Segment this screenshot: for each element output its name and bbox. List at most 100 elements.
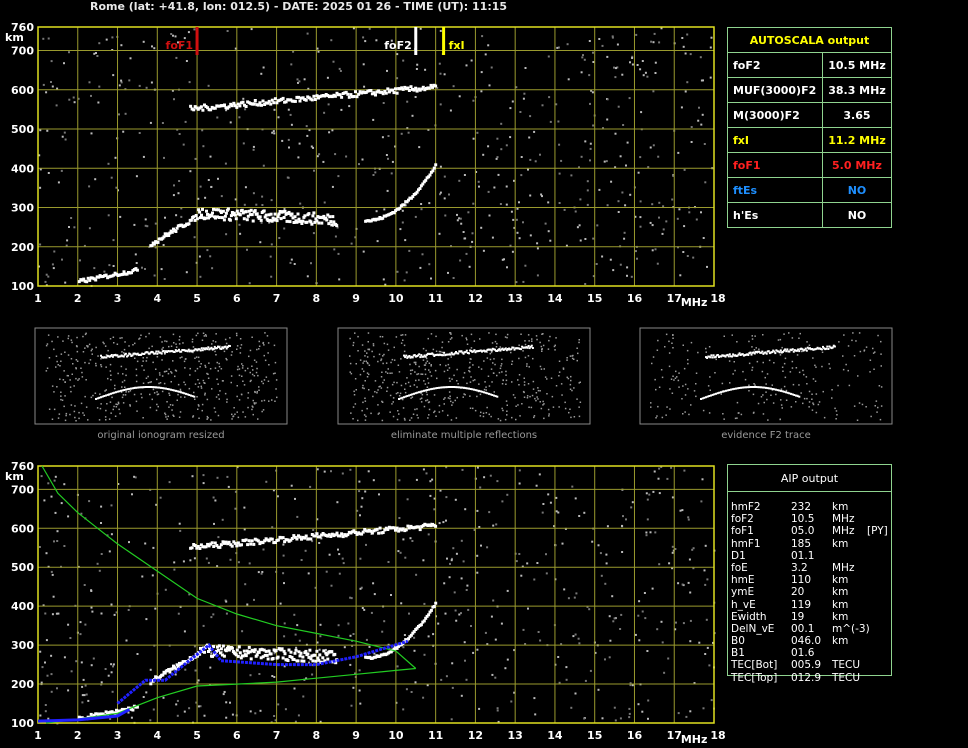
noise-dot <box>108 264 111 267</box>
noise-dot <box>403 634 406 636</box>
thumbnail-dot <box>486 406 488 409</box>
noise-dot <box>340 108 343 111</box>
noise-dot <box>663 671 666 674</box>
thumbnail-dot <box>194 370 197 372</box>
thumbnail-dot <box>779 418 781 421</box>
autoscala-label: M(3000)F2 <box>727 102 823 128</box>
noise-dot <box>239 232 242 235</box>
noise-dot <box>180 215 183 218</box>
noise-dot <box>656 628 659 631</box>
noise-dot <box>273 715 276 717</box>
noise-dot <box>463 641 466 644</box>
thumbnail-dot <box>447 363 450 366</box>
thumbnail-trace <box>784 348 787 351</box>
thumbnail-dot <box>167 415 169 418</box>
thumbnail-dot <box>531 340 533 342</box>
thumbnail-dot <box>69 413 71 416</box>
noise-dot <box>591 91 594 94</box>
echo-dot <box>434 163 438 167</box>
noise-dot <box>382 278 385 281</box>
thumbnail-dot <box>506 410 508 412</box>
noise-dot <box>209 255 212 258</box>
echo-dot <box>340 532 344 536</box>
noise-dot <box>358 689 361 692</box>
noise-dot <box>408 612 410 615</box>
noise-dot <box>312 232 315 235</box>
noise-dot <box>252 192 255 195</box>
noise-dot <box>639 68 642 71</box>
thumbnail-dot <box>436 377 438 380</box>
thumbnail-3 <box>639 327 893 425</box>
noise-dot <box>176 699 179 702</box>
thumbnail-dot <box>386 343 389 346</box>
thumbnail-dot <box>268 400 270 402</box>
noise-dot <box>578 224 581 227</box>
noise-dot <box>422 696 425 699</box>
noise-dot <box>599 552 602 555</box>
noise-dot <box>639 200 642 203</box>
noise-dot <box>177 192 180 195</box>
echo-dot <box>240 543 243 547</box>
noise-dot <box>431 478 434 481</box>
noise-dot <box>144 268 146 270</box>
thumbnail-trace <box>710 354 713 357</box>
noise-dot <box>460 539 463 542</box>
thumbnail-dot <box>658 386 661 388</box>
noise-dot <box>84 684 87 687</box>
noise-dot <box>613 706 616 709</box>
noise-dot <box>458 613 461 616</box>
noise-dot <box>358 669 361 672</box>
noise-dot <box>339 70 342 72</box>
thumbnail-dot <box>651 362 653 365</box>
noise-dot <box>53 250 56 253</box>
noise-dot <box>631 501 634 504</box>
x-tick-label: 6 <box>233 729 241 742</box>
thumbnail-dot <box>417 373 420 375</box>
y-tick-label: 300 <box>11 202 34 215</box>
thumbnail-trace <box>531 347 534 349</box>
echo-dot <box>121 272 124 276</box>
thumbnail-dot <box>149 393 151 396</box>
thumbnail-dot <box>184 396 186 398</box>
thumbnail-trace <box>727 355 730 358</box>
x-tick-label: 5 <box>193 292 201 305</box>
thumbnail-dot <box>842 368 845 371</box>
thumbnail-dot <box>383 342 386 345</box>
thumbnail-dot <box>153 392 156 394</box>
autoscala-title: AUTOSCALA output <box>727 27 892 53</box>
thumbnail-dot <box>828 363 830 365</box>
thumbnail-dot <box>272 372 275 375</box>
thumbnail-dot <box>222 380 224 382</box>
thumbnail-dot <box>172 404 174 406</box>
autoscala-row: M(3000)F2 3.65 <box>727 102 893 128</box>
noise-dot <box>205 557 208 560</box>
thumbnail-dot <box>684 411 686 413</box>
noise-dot <box>273 132 276 135</box>
thumbnail-dot <box>379 335 382 338</box>
echo-dot <box>273 97 277 101</box>
noise-dot <box>524 264 527 267</box>
echo-dot <box>241 100 245 104</box>
noise-dot <box>645 492 648 495</box>
noise-dot <box>57 612 60 615</box>
noise-dot <box>398 517 401 519</box>
thumbnail-dot <box>237 365 239 368</box>
aip-unit: m^(-3) <box>832 622 870 635</box>
echo-dot <box>292 658 296 661</box>
thumbnail-dot <box>469 361 471 364</box>
noise-dot <box>619 628 622 630</box>
thumbnail-dot <box>499 346 501 348</box>
echo-dot <box>298 654 302 658</box>
echo-dot <box>252 542 256 546</box>
noise-dot <box>336 501 339 504</box>
noise-dot <box>337 175 340 178</box>
thumbnail-dot <box>539 365 542 368</box>
thumbnail-dot <box>771 384 773 386</box>
noise-dot <box>173 98 175 101</box>
noise-dot <box>330 584 333 587</box>
thumbnail-dot <box>421 393 424 396</box>
noise-dot <box>518 482 521 485</box>
thumbnail-dot <box>441 341 444 343</box>
thumbnail-dot <box>158 372 161 374</box>
noise-dot <box>383 208 386 211</box>
